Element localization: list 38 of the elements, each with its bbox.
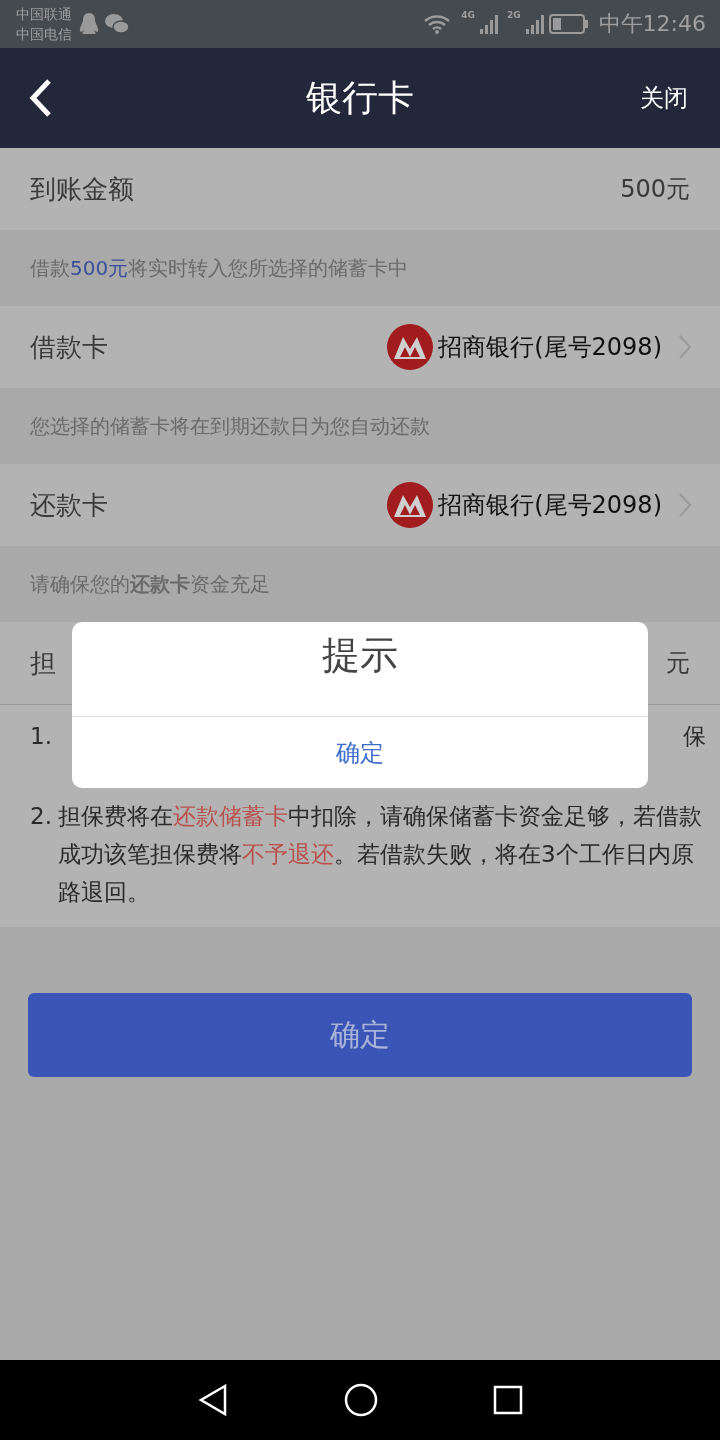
close-link[interactable]: 关闭 xyxy=(640,82,688,114)
chevron-right-icon xyxy=(678,492,692,518)
dialog-ok-button[interactable]: 确定 xyxy=(72,717,648,788)
bank-logo-icon xyxy=(386,481,435,529)
battery-icon xyxy=(548,13,589,35)
recents-square-icon[interactable] xyxy=(492,1385,523,1415)
back-icon[interactable] xyxy=(28,78,54,118)
note-text: 保 xyxy=(683,722,706,751)
note-text: 担保费将在还款储蓄卡中扣除，请确保储蓄卡资金足够，若借款成功该笔担保费将不予退还。若借款失败，将在3个工作日内原路退回。 xyxy=(58,802,703,907)
bank-logo-icon xyxy=(386,323,435,371)
note-number: 1. xyxy=(30,722,53,751)
fee-value: 元 xyxy=(666,648,690,679)
chevron-right-icon xyxy=(678,334,692,360)
signal-icon xyxy=(524,13,545,35)
row-label: 还款卡 xyxy=(30,488,108,522)
clock: 中午12:46 xyxy=(598,10,706,38)
hint-text: 借款500元将实时转入您所选择的储蓄卡中 xyxy=(30,254,409,282)
amount-value: 500元 xyxy=(620,174,690,205)
note-number: 2. xyxy=(30,802,53,831)
page-title: 银行卡 xyxy=(306,75,414,120)
network-label: 2G xyxy=(506,10,521,20)
hint-text: 您选择的储蓄卡将在到期还款日为您自动还款 xyxy=(30,412,430,440)
card-row[interactable]: 还款卡 招商银行(尾号2098) xyxy=(0,464,720,546)
row-label: 借款卡 xyxy=(30,330,108,364)
card-row[interactable]: 借款卡 招商银行(尾号2098) xyxy=(0,306,720,388)
carrier-name: 中国联通 xyxy=(16,5,72,24)
penguin-icon xyxy=(78,12,100,36)
row-label: 担 xyxy=(30,646,56,680)
dialog-title: 提示 xyxy=(72,622,648,717)
bank-name: 招商银行(尾号2098) xyxy=(438,332,662,363)
home-circle-icon[interactable] xyxy=(344,1383,378,1417)
row-label: 到账金额 xyxy=(30,172,134,206)
hint-text: 请确保您的还款卡资金充足 xyxy=(30,570,270,598)
bank-name: 招商银行(尾号2098) xyxy=(438,490,662,521)
signal-icon xyxy=(478,13,499,35)
carrier-name: 中国电信 xyxy=(16,25,72,44)
chat-bubbles-icon xyxy=(104,13,130,35)
network-label: 4G xyxy=(461,10,475,20)
